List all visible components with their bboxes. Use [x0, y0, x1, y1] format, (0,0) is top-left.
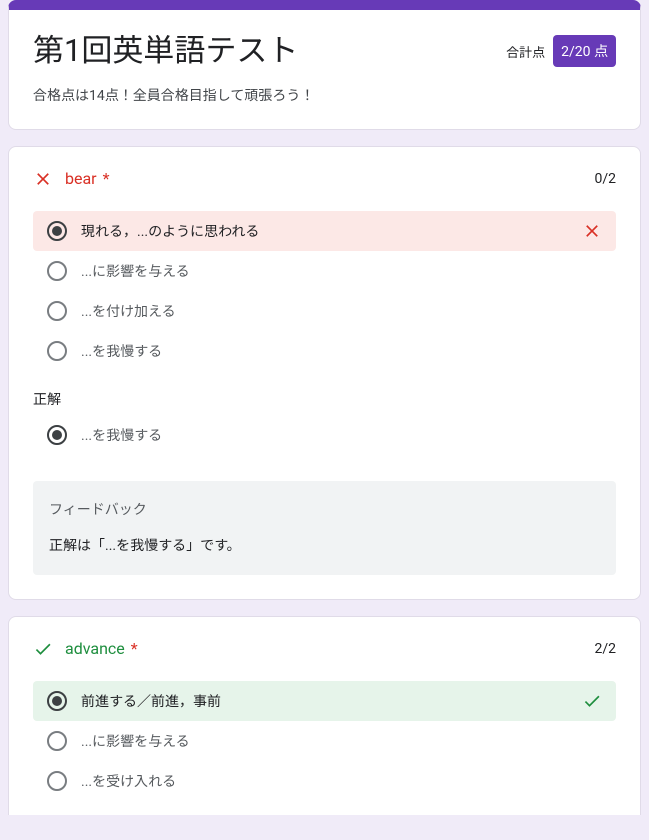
radio-icon — [47, 425, 67, 445]
question-header: bear * 0/2 — [33, 169, 616, 189]
option-label: ...を受け入れる — [81, 771, 602, 791]
required-asterisk: * — [131, 639, 138, 658]
question-word: advance — [65, 639, 125, 658]
score-label: 合計点 — [506, 42, 545, 61]
question-header-left: bear * — [33, 169, 109, 189]
question-word: bear — [65, 169, 97, 188]
option-label: 前進する／前進，事前 — [81, 691, 602, 711]
question-header: advance * 2/2 — [33, 639, 616, 659]
question-title: bear * — [65, 169, 109, 188]
radio-icon — [47, 731, 67, 751]
option-selected-correct[interactable]: 前進する／前進，事前 — [33, 681, 616, 721]
correct-answer-label: 正解 — [33, 389, 616, 409]
option[interactable]: ...を我慢する — [33, 331, 616, 371]
option-label: ...に影響を与える — [81, 261, 602, 281]
form-description: 合格点は14点！全員合格目指して頑張ろう！ — [33, 85, 616, 105]
form-header: 第1回英単語テスト 合計点 2/20 点 合格点は14点！全員合格目指して頑張ろ… — [8, 0, 641, 130]
check-icon — [582, 691, 602, 711]
radio-icon — [47, 301, 67, 321]
option-label: ...を我慢する — [81, 341, 602, 361]
form-title: 第1回英単語テスト — [33, 32, 298, 71]
question-points: 0/2 — [594, 171, 616, 187]
radio-icon — [47, 691, 67, 711]
option[interactable]: ...を付け加える — [33, 291, 616, 331]
question-title: advance * — [65, 639, 138, 658]
option[interactable]: ...を受け入れる — [33, 761, 616, 791]
radio-icon — [47, 261, 67, 281]
feedback-body: 正解は「...を我慢する」です。 — [49, 535, 600, 555]
question-card: bear * 0/2 現れる，...のように思われる ...に影響を与える ..… — [8, 146, 641, 600]
feedback-box: フィードバック 正解は「...を我慢する」です。 — [33, 481, 616, 575]
question-header-left: advance * — [33, 639, 138, 659]
header-row: 第1回英単語テスト 合計点 2/20 点 — [33, 32, 616, 71]
required-asterisk: * — [103, 169, 110, 188]
score-badge: 2/20 点 — [553, 35, 616, 67]
feedback-title: フィードバック — [49, 499, 600, 519]
radio-icon — [47, 221, 67, 241]
question-points: 2/2 — [594, 641, 616, 657]
question-card: advance * 2/2 前進する／前進，事前 ...に影響を与える ...を… — [8, 616, 641, 815]
radio-icon — [47, 341, 67, 361]
option-label: 現れる，...のように思われる — [81, 221, 602, 241]
option-selected-wrong[interactable]: 現れる，...のように思われる — [33, 211, 616, 251]
radio-icon — [47, 771, 67, 791]
check-icon — [33, 639, 53, 659]
correct-answer-option: ...を我慢する — [33, 415, 616, 455]
option[interactable]: ...に影響を与える — [33, 721, 616, 761]
option-label: ...に影響を与える — [81, 731, 602, 751]
x-icon — [582, 221, 602, 241]
x-icon — [33, 169, 53, 189]
option-label: ...を付け加える — [81, 301, 602, 321]
option[interactable]: ...に影響を与える — [33, 251, 616, 291]
option-label: ...を我慢する — [81, 425, 602, 445]
total-score: 合計点 2/20 点 — [506, 35, 616, 67]
